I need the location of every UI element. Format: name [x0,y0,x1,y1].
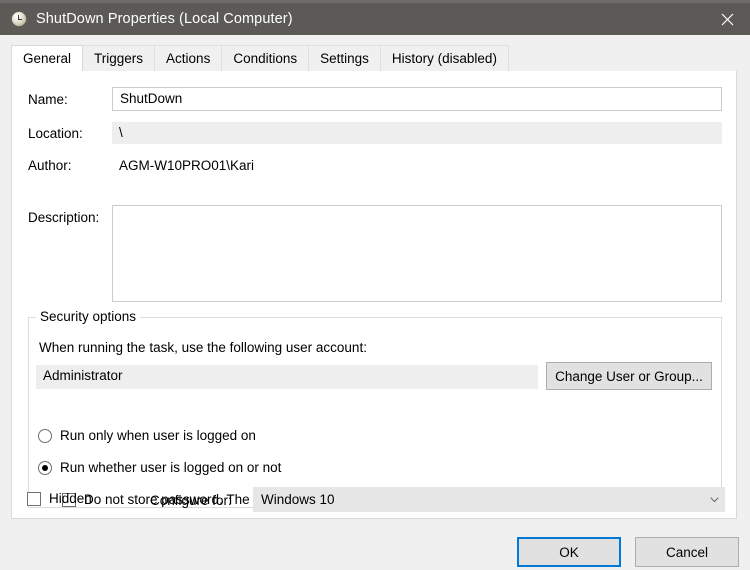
location-value: \ [112,122,722,144]
tab-conditions[interactable]: Conditions [221,45,310,71]
task-properties-dialog: ShutDown Properties (Local Computer) Gen… [0,0,750,570]
tab-actions-label: Actions [166,51,211,66]
dialog-footer: OK Cancel [0,519,750,570]
title-bar: ShutDown Properties (Local Computer) [0,0,750,35]
dialog-body: General Triggers Actions Conditions Sett… [0,35,750,570]
tab-general-label: General [23,51,72,66]
radio-run-whether-logged-on-or-not-label: Run whether user is logged on or not [60,460,282,475]
configure-for-value: Windows 10 [261,492,335,507]
ok-button[interactable]: OK [517,537,621,567]
change-user-or-group-button[interactable]: Change User or Group... [546,362,712,390]
tab-history[interactable]: History (disabled) [379,45,509,71]
radio-run-only-when-logged-on[interactable]: Run only when user is logged on [38,428,256,443]
tab-settings-label: Settings [320,51,369,66]
tab-panel-general: Name: ShutDown Location: \ Author: AGM-W… [11,71,737,539]
radio-unchecked-icon [38,428,52,443]
tab-strip: General Triggers Actions Conditions Sett… [11,45,737,72]
tab-settings[interactable]: Settings [308,45,381,71]
tab-actions[interactable]: Actions [154,45,223,71]
tab-history-label: History (disabled) [391,51,497,66]
radio-run-only-when-logged-on-label: Run only when user is logged on [60,428,256,443]
checkbox-hidden-icon [27,491,41,506]
task-scheduler-clock-icon [11,11,27,27]
account-prompt-label: When running the task, use the following… [39,340,367,355]
location-label: Location: [28,126,83,141]
description-input[interactable] [112,205,722,302]
radio-checked-icon [38,460,52,475]
tab-general[interactable]: General [11,45,84,72]
checkbox-hidden-row[interactable]: Hidden [27,491,92,506]
security-options-title: Security options [36,309,141,324]
window-title: ShutDown Properties (Local Computer) [36,11,293,27]
configure-for-select[interactable]: Windows 10 [253,487,725,512]
tab-triggers-label: Triggers [94,51,144,66]
user-account-value: Administrator [36,365,538,389]
name-label: Name: [28,92,68,107]
close-icon[interactable] [704,3,750,35]
author-value: AGM-W10PRO01\Kari [119,158,255,173]
tab-conditions-label: Conditions [233,51,298,66]
author-label: Author: [28,158,72,173]
description-label: Description: [28,210,100,225]
chevron-down-icon [703,496,725,503]
configure-for-label: Configure for: [150,493,232,508]
name-input[interactable]: ShutDown [112,87,722,111]
checkbox-hidden-label: Hidden [49,491,92,506]
tab-triggers[interactable]: Triggers [82,45,156,71]
cancel-button[interactable]: Cancel [635,537,739,567]
radio-run-whether-logged-on-or-not[interactable]: Run whether user is logged on or not [38,460,281,475]
